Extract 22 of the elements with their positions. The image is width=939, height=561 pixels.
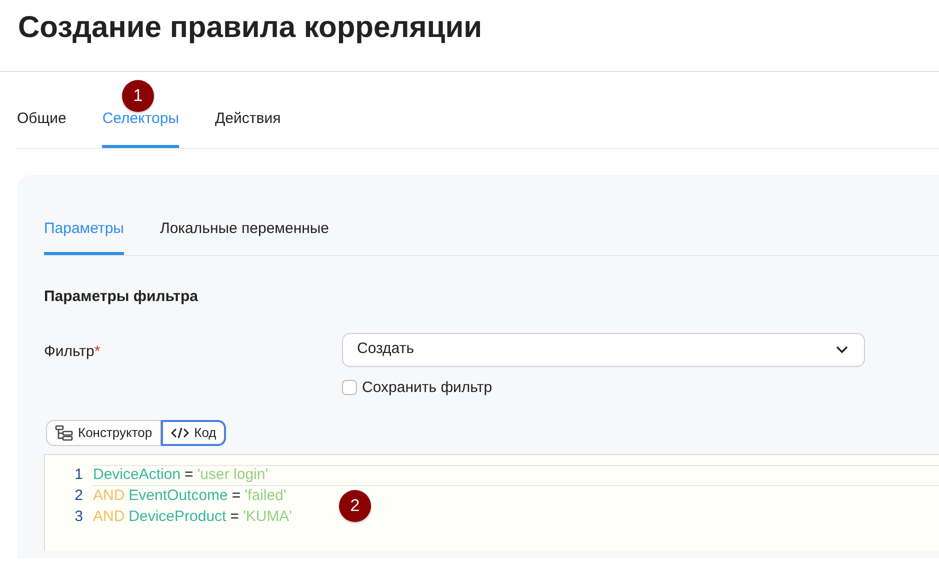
page-title: Создание правила корреляции [0,0,939,72]
checkbox-label: Сохранить фильтр [362,378,492,398]
tree-icon [55,425,73,441]
filter-select[interactable]: Создать [342,332,865,366]
line-number: 2 [74,486,84,506]
code-icon [171,427,190,439]
code-line: DeviceAction = 'user login' [93,466,268,485]
required-mark: * [94,342,100,360]
mode-button[interactable]: Код [161,420,226,446]
section-title: Параметры фильтра [44,287,199,307]
step-marker: 1 [122,80,154,112]
checkbox[interactable] [342,380,357,396]
code-line: AND EventOutcome = 'failed' [93,487,286,506]
line-number: 3 [74,507,84,528]
tab[interactable]: Действия [215,99,281,148]
tab[interactable]: Локальные переменные [160,190,330,255]
chevron-down-icon [836,346,848,354]
tab[interactable]: Общие [17,99,66,148]
code-line: AND DeviceProduct = 'KUMA' [93,508,292,527]
filter-label: Фильтр [44,342,94,360]
line-number: 1 [74,465,84,486]
mode-button[interactable]: Конструктор [46,420,162,446]
